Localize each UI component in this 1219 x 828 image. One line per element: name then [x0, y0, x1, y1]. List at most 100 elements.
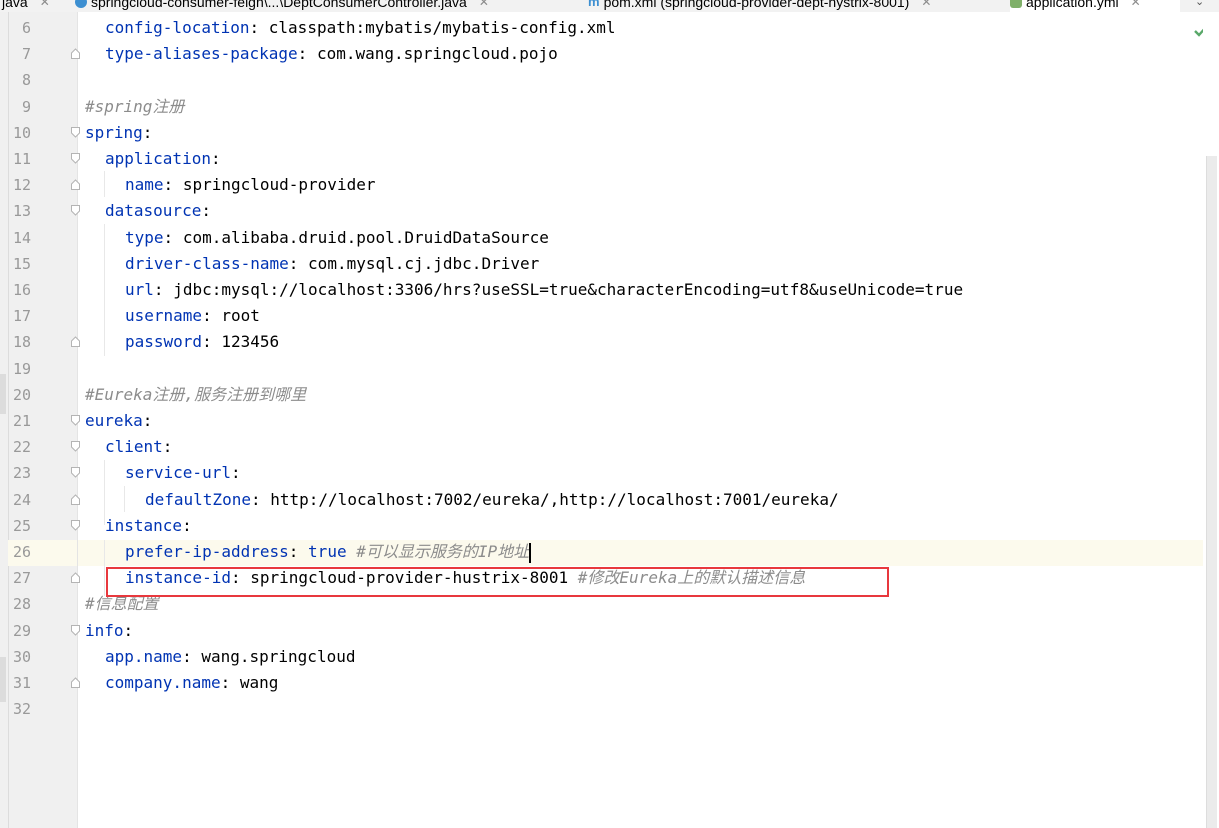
code-line[interactable]: 29 info: — [0, 618, 1219, 644]
line-number[interactable]: 30 — [0, 644, 31, 670]
line-number[interactable]: 16 — [0, 277, 31, 303]
code-line[interactable]: 31 company.name: wang — [0, 670, 1219, 696]
line-number[interactable]: 9 — [0, 94, 31, 120]
line-number[interactable]: 26 — [0, 539, 31, 565]
close-icon[interactable]: ✕ — [1131, 0, 1141, 11]
code-line[interactable]: 20 #Eureka注册,服务注册到哪里 — [0, 382, 1219, 408]
code-line[interactable]: 8 — [0, 67, 1219, 93]
yaml-comment: #Eureka注册,服务注册到哪里 — [85, 384, 307, 404]
line-number[interactable]: 17 — [0, 303, 31, 329]
yaml-colon: : — [220, 673, 231, 692]
fold-open-icon[interactable] — [71, 624, 80, 636]
line-number[interactable]: 29 — [0, 618, 31, 644]
fold-end-icon[interactable] — [71, 493, 80, 505]
line-number[interactable]: 24 — [0, 487, 31, 513]
yaml-value: wang — [239, 673, 279, 692]
line-number[interactable]: 32 — [0, 696, 31, 722]
fold-open-icon[interactable] — [71, 467, 80, 479]
line-number[interactable]: 31 — [0, 670, 31, 696]
tab-java[interactable]: java ✕ — [2, 0, 50, 12]
close-icon[interactable]: ✕ — [479, 0, 489, 11]
code-line[interactable]: 24 defaultZone: http://localhost:7002/eur… — [0, 487, 1219, 513]
line-number[interactable]: 22 — [0, 434, 31, 460]
code-line[interactable]: 25 instance: — [0, 513, 1219, 539]
code-line[interactable]: 10 spring: — [0, 120, 1219, 146]
line-number[interactable]: 7 — [0, 41, 31, 67]
yaml-key: username — [125, 306, 203, 326]
line-number[interactable]: 27 — [0, 565, 31, 591]
code-text: application: — [105, 146, 221, 172]
ide-window: java ✕ springcloud-consumer-feign\...\De… — [0, 0, 1219, 828]
code-line[interactable]: 6 config-location: classpath:mybatis/myba… — [0, 15, 1219, 41]
code-line[interactable]: 11 application: — [0, 146, 1219, 172]
code-line[interactable]: 30 app.name: wang.springcloud — [0, 644, 1219, 670]
scrollbar-thumb[interactable] — [1206, 156, 1217, 828]
code-line[interactable]: 23 service-url: — [0, 460, 1219, 486]
line-number[interactable]: 14 — [0, 225, 31, 251]
line-number[interactable]: 23 — [0, 460, 31, 486]
line-number[interactable]: 21 — [0, 408, 31, 434]
close-icon[interactable]: ✕ — [921, 0, 931, 11]
close-icon[interactable]: ✕ — [40, 0, 50, 11]
yaml-comment: #信息配置 — [85, 594, 159, 614]
yaml-value: com.wang.springcloud.pojo — [316, 44, 558, 64]
fold-open-icon[interactable] — [71, 415, 80, 426]
yaml-key: password — [125, 332, 203, 352]
code-line[interactable]: 21 eureka: — [0, 408, 1219, 434]
line-number[interactable]: 12 — [0, 172, 31, 198]
fold-end-icon[interactable] — [71, 572, 80, 584]
code-line[interactable]: 15 driver-class-name: com.mysql.cj.jdbc.D… — [0, 251, 1219, 277]
fold-open-icon[interactable] — [71, 126, 80, 138]
fold-end-icon[interactable] — [71, 336, 80, 348]
fold-open-icon[interactable] — [71, 519, 80, 531]
fold-end-icon[interactable] — [71, 677, 80, 688]
fold-open-icon[interactable] — [71, 205, 80, 217]
line-number[interactable]: 28 — [0, 591, 31, 617]
tab-pom-xml[interactable]: m pom.xml (springcloud-provider-dept-hys… — [588, 0, 931, 12]
line-number[interactable]: 6 — [0, 15, 31, 41]
yaml-key: datasource — [105, 201, 202, 221]
yaml-colon: : — [288, 542, 299, 561]
tab-label: java — [2, 0, 28, 10]
line-number[interactable]: 20 — [0, 382, 31, 408]
yaml-key: eureka — [85, 411, 143, 430]
code-line[interactable]: 14 type: com.alibaba.druid.pool.DruidData… — [0, 225, 1219, 251]
code-line[interactable]: 12 name: springcloud-provider — [0, 172, 1219, 198]
code-text: type-aliases-package: com.wang.springclo… — [105, 41, 558, 67]
code-line[interactable]: 7 type-aliases-package: com.wang.springcl… — [0, 41, 1219, 67]
code-line[interactable]: 22 client: — [0, 434, 1219, 460]
yaml-comment: #可以显示服务的IP地址 — [356, 542, 530, 561]
fold-open-icon[interactable] — [71, 153, 80, 164]
line-number[interactable]: 15 — [0, 251, 31, 277]
yaml-value: http://localhost:7002/eureka/,http://loc… — [270, 489, 839, 509]
code-text: config-location: classpath:mybatis/mybat… — [105, 15, 616, 41]
code-line[interactable]: 32 — [0, 696, 1219, 722]
code-line[interactable]: 19 — [0, 356, 1219, 382]
code-line[interactable]: 18 password: 123456 — [0, 329, 1219, 355]
code-line[interactable]: 9 #spring注册 — [0, 94, 1219, 120]
fold-open-icon[interactable] — [71, 441, 80, 452]
maven-icon: m — [588, 0, 600, 9]
line-number[interactable]: 25 — [0, 513, 31, 539]
code-text: type: com.alibaba.druid.pool.DruidDataSo… — [125, 225, 549, 251]
fold-end-icon[interactable] — [71, 48, 80, 60]
line-number[interactable]: 8 — [0, 67, 31, 93]
code-line[interactable]: 26 prefer-ip-address: true #可以显示服务的IP地址 — [0, 539, 1219, 565]
yaml-value: root — [221, 306, 260, 326]
line-number[interactable]: 13 — [0, 198, 31, 224]
yaml-value: 123456 — [221, 332, 280, 352]
code-line[interactable]: 16 url: jdbc:mysql://localhost:3306/hrs?u… — [0, 277, 1219, 303]
code-text: name: springcloud-provider — [125, 172, 375, 198]
fold-end-icon[interactable] — [71, 179, 80, 191]
line-number[interactable]: 10 — [0, 120, 31, 146]
line-number[interactable]: 19 — [0, 356, 31, 382]
tab-dept-consumer-controller[interactable]: springcloud-consumer-feign\...\DeptConsu… — [75, 0, 489, 12]
tabs-overflow-chevron-icon[interactable]: ⌄ — [1195, 0, 1204, 12]
code-line[interactable]: 17 username: root — [0, 303, 1219, 329]
line-number[interactable]: 18 — [0, 329, 31, 355]
line-number[interactable]: 11 — [0, 146, 31, 172]
code-line[interactable]: 13 datasource: — [0, 198, 1219, 224]
